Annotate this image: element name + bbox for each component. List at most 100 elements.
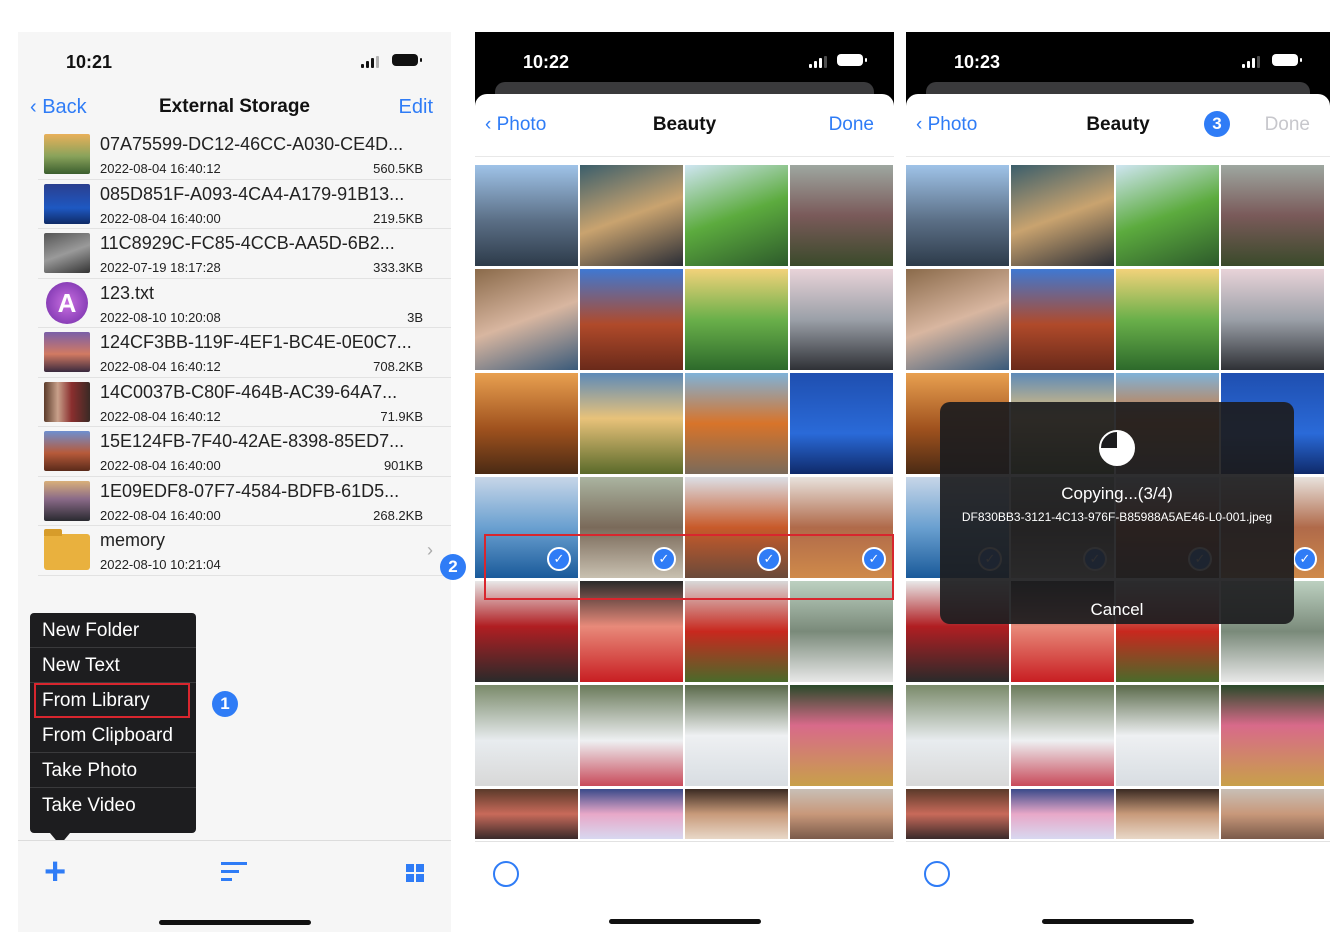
photo-cell[interactable] — [790, 165, 893, 266]
photo-cell[interactable] — [790, 685, 893, 786]
nav-bar: ‹ Photo Beauty Done — [475, 94, 894, 157]
list-item-folder[interactable]: memory 2022-08-10 10:21:04 › — [38, 526, 451, 576]
photo-cell[interactable] — [1116, 789, 1219, 839]
select-circle-icon[interactable] — [924, 861, 950, 887]
nav-bar: ‹ Photo Beauty 3 Done — [906, 94, 1330, 157]
grid-view-icon[interactable] — [406, 864, 424, 882]
photo-cell[interactable] — [1011, 269, 1114, 370]
photo-cell[interactable] — [580, 165, 683, 266]
checkmark-icon: ✓ — [1293, 547, 1317, 571]
list-item[interactable]: 07A75599-DC12-46CC-A030-CE4D... 2022-08-… — [38, 130, 451, 180]
list-item[interactable]: A 123.txt 2022-08-10 10:20:08 3B — [38, 279, 451, 328]
file-size: 268.2KB — [373, 507, 423, 523]
battery-icon — [1272, 54, 1302, 66]
photo-cell[interactable] — [1011, 789, 1114, 839]
menu-item-take-video[interactable]: Take Video — [30, 788, 196, 823]
bottom-bar — [475, 841, 894, 932]
file-name: 14C0037B-C80F-464B-AC39-64A7... — [100, 381, 398, 402]
plus-icon[interactable]: + — [44, 853, 66, 891]
file-date: 2022-08-04 16:40:00 — [100, 458, 221, 473]
step-badge-2: 2 — [440, 554, 466, 580]
file-name: 07A75599-DC12-46CC-A030-CE4D... — [100, 134, 404, 154]
cancel-button[interactable]: Cancel — [940, 600, 1294, 620]
battery-icon — [837, 54, 867, 66]
photo-cell[interactable] — [475, 269, 578, 370]
photo-cell[interactable] — [906, 269, 1009, 370]
file-date: 2022-08-10 10:20:08 — [100, 309, 221, 325]
photo-cell[interactable] — [685, 165, 788, 266]
photo-cell[interactable] — [790, 269, 893, 370]
image-thumbnail — [44, 332, 90, 372]
file-size: 333.3KB — [373, 260, 423, 275]
photo-cell[interactable] — [790, 373, 893, 474]
selection-highlight — [484, 534, 894, 600]
photo-cell[interactable] — [906, 165, 1009, 266]
photo-cell[interactable] — [475, 789, 578, 839]
signal-icon — [1242, 56, 1264, 68]
list-item[interactable]: 15E124FB-7F40-42AE-8398-85ED7... 2022-08… — [38, 427, 451, 477]
photo-cell[interactable] — [1011, 685, 1114, 786]
photo-cell[interactable] — [475, 685, 578, 786]
list-item[interactable]: 1E09EDF8-07F7-4584-BDFB-61D5... 2022-08-… — [38, 477, 451, 526]
menu-item-take-photo[interactable]: Take Photo — [30, 753, 196, 788]
photo-cell[interactable] — [790, 789, 893, 839]
photo-cell[interactable] — [685, 789, 788, 839]
photo-cell[interactable] — [475, 165, 578, 266]
file-date: 2022-08-04 16:40:12 — [100, 161, 221, 176]
file-name: 15E124FB-7F40-42AE-8398-85ED7... — [100, 431, 405, 451]
file-size: 3B — [407, 309, 423, 325]
done-button[interactable]: Done — [829, 114, 874, 136]
photo-cell[interactable] — [1221, 685, 1324, 786]
chevron-right-icon: › — [427, 540, 433, 560]
photo-cell[interactable] — [580, 269, 683, 370]
photo-cell[interactable] — [580, 373, 683, 474]
bottom-bar — [906, 841, 1330, 932]
photo-picker-copying-screen: 10:23 ‹ Photo Beauty 3 Done ✓✓✓✓ Copying… — [906, 32, 1330, 932]
done-button[interactable]: Done — [1265, 114, 1310, 136]
list-item[interactable]: 124CF3BB-119F-4EF1-BC4E-0E0C7... 2022-08… — [38, 328, 451, 378]
photo-cell[interactable] — [1116, 269, 1219, 370]
copy-filename: DF830BB3-3121-4C13-976F-B85988A5AE46-L0-… — [961, 510, 1273, 524]
photo-cell[interactable] — [906, 789, 1009, 839]
file-date: 2022-08-04 16:40:00 — [100, 210, 221, 226]
photo-cell[interactable] — [685, 269, 788, 370]
nav-bar: ‹ Back External Storage Edit — [18, 88, 451, 128]
status-time: 10:23 — [954, 52, 1001, 72]
photo-cell[interactable] — [1116, 165, 1219, 266]
list-item[interactable]: 14C0037B-C80F-464B-AC39-64A7... 2022-08-… — [38, 378, 451, 427]
copy-progress-dialog: Copying...(3/4) DF830BB3-3121-4C13-976F-… — [940, 402, 1294, 624]
menu-item-from-library[interactable]: From Library — [34, 683, 190, 718]
photo-sheet: ‹ Photo Beauty 3 Done ✓✓✓✓ Copying...(3/… — [906, 94, 1330, 932]
file-list: 07A75599-DC12-46CC-A030-CE4D... 2022-08-… — [38, 130, 451, 576]
edit-button[interactable]: Edit — [399, 96, 433, 119]
list-item[interactable]: 11C8929C-FC85-4CCB-AA5D-6B2... 2022-07-1… — [38, 229, 451, 279]
photo-picker-screen: 10:22 ‹ Photo Beauty Done ✓ ✓ ✓ ✓ — [475, 32, 894, 932]
photo-cell[interactable] — [685, 685, 788, 786]
menu-item-new-folder[interactable]: New Folder — [30, 613, 196, 648]
step-badge-1: 1 — [212, 691, 238, 717]
photo-cell[interactable] — [906, 685, 1009, 786]
photo-cell[interactable] — [580, 789, 683, 839]
progress-pie-icon — [1099, 430, 1135, 466]
menu-item-new-text[interactable]: New Text — [30, 648, 196, 683]
photo-cell[interactable] — [475, 373, 578, 474]
menu-item-from-clipboard[interactable]: From Clipboard — [30, 718, 196, 753]
battery-icon — [392, 54, 422, 66]
signal-icon — [809, 56, 831, 68]
status-bar: 10:23 — [906, 32, 1330, 88]
select-circle-icon[interactable] — [493, 861, 519, 887]
photo-cell[interactable] — [1011, 165, 1114, 266]
sort-icon[interactable] — [221, 862, 247, 881]
photo-cell[interactable] — [1116, 685, 1219, 786]
photo-cell[interactable] — [685, 373, 788, 474]
photo-cell[interactable] — [580, 685, 683, 786]
bottom-toolbar: + — [18, 840, 451, 932]
list-item[interactable]: 085D851F-A093-4CA4-A179-91B13... 2022-08… — [38, 180, 451, 229]
file-name: memory — [100, 530, 166, 550]
photo-cell[interactable] — [1221, 269, 1324, 370]
photo-cell[interactable] — [1221, 165, 1324, 266]
photo-cell[interactable] — [1221, 789, 1324, 839]
image-thumbnail — [44, 431, 90, 471]
file-date: 2022-08-04 16:40:12 — [100, 359, 221, 374]
text-app-icon: A — [46, 281, 88, 324]
